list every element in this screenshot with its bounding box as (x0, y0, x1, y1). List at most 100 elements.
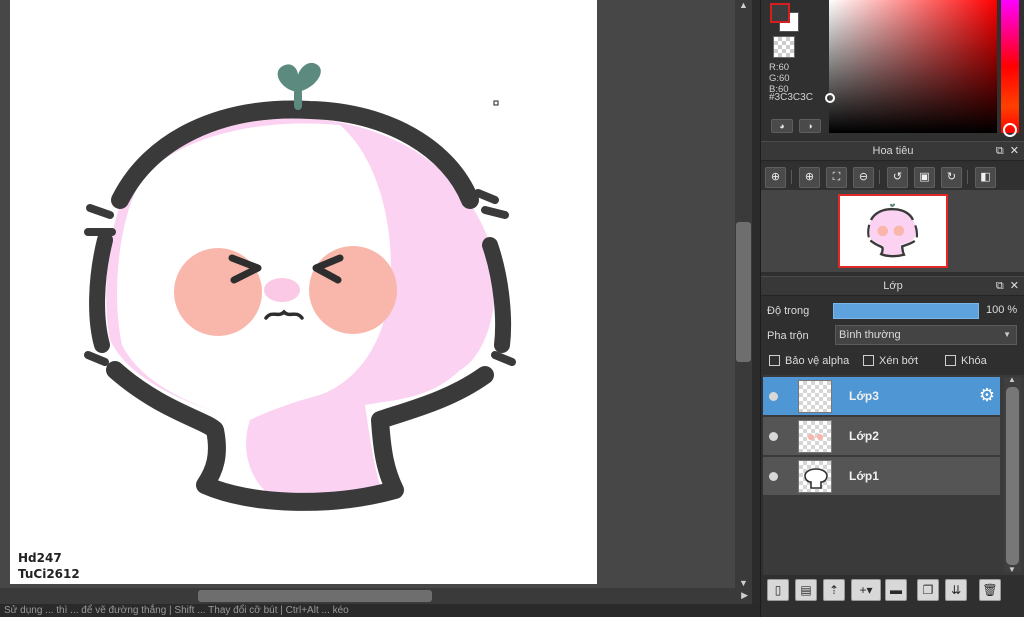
canvas-horizontal-scrollbar[interactable]: ▶ (0, 588, 752, 604)
duplicate-layer-icon[interactable]: ❐ (917, 579, 939, 601)
actual-size-icon[interactable]: ⛶ (826, 167, 847, 188)
opacity-label: Độ trong (767, 305, 810, 317)
blend-mode-label: Pha trộn (767, 330, 809, 342)
navigator-thumbnail[interactable] (838, 194, 948, 268)
thumbnail-artwork (867, 203, 919, 258)
bottom-left-marks (84, 351, 109, 366)
layer2-thumb-art (808, 434, 823, 440)
red-value: R:60 (769, 62, 790, 73)
hex-value: #3C3C3C (769, 92, 813, 103)
clipping-checkbox[interactable]: Xén bớt (863, 355, 918, 367)
hue-slider[interactable] (1001, 0, 1019, 133)
hue-slider-handle[interactable] (1003, 123, 1017, 137)
close-icon[interactable]: ✕ (1010, 145, 1019, 157)
navigator-preview-area[interactable] (761, 190, 1024, 272)
rotate-left-icon[interactable]: ↺ (887, 167, 908, 188)
lock-checkbox[interactable]: Khóa (945, 355, 987, 367)
toolbar-divider (791, 170, 792, 184)
navigator-toolbar: ⊕ ⊕ ⛶ ⊖ ↺ ▣ ↻ ◧ (761, 164, 1024, 190)
chevron-down-icon: ▼ (1003, 330, 1011, 339)
signature-line2: TuCi2612 (18, 567, 80, 581)
visibility-eye-icon[interactable] (769, 432, 778, 441)
zoom-out-icon[interactable]: ⊖ (853, 167, 874, 188)
opacity-value: 100 % (986, 304, 1018, 316)
scroll-down-icon[interactable]: ▼ (1008, 565, 1016, 574)
layer-list: Lớp3 ⚙ Lớp2 Lớp1 ▲ ▼ (763, 375, 1024, 575)
layer-name: Lớp3 (849, 389, 879, 403)
palette-icon[interactable]: ◕ (771, 119, 793, 133)
canvas-workspace[interactable]: Hd247 TuCi2612 ▲ ▼ ▶ (0, 0, 752, 604)
zoom-fit-icon[interactable]: ⊕ (765, 167, 786, 188)
toolbar-divider (879, 170, 880, 184)
color-picker-ring[interactable] (825, 93, 835, 103)
undock-icon[interactable]: ⧉ (996, 145, 1004, 157)
layer-row-lop1[interactable]: Lớp1 (763, 457, 1000, 496)
transparent-color-swatch[interactable] (773, 36, 795, 58)
canvas-vertical-scrollbar[interactable]: ▲ ▼ (735, 0, 752, 588)
vertical-scroll-thumb[interactable] (736, 222, 751, 362)
navigator-title: Hoa tiêu (872, 145, 914, 157)
toolbar-divider (967, 170, 968, 184)
add-layer-menu-icon[interactable]: +▾ (851, 579, 881, 601)
checkbox-box[interactable] (945, 355, 956, 366)
layer-thumbnail (798, 460, 832, 493)
layer-row-lop3[interactable]: Lớp3 ⚙ (763, 377, 1000, 416)
layer-thumbnail (798, 380, 832, 413)
foreground-color-swatch[interactable] (770, 3, 790, 23)
color-panel: R:60 G:60 B:60 #3C3C3C ◕ ◑ (761, 0, 1024, 138)
checkbox-label: Khóa (961, 355, 987, 367)
drawing-canvas[interactable]: Hd247 TuCi2612 (10, 0, 597, 584)
brush-cursor (493, 100, 499, 106)
checkbox-label: Xén bớt (879, 355, 919, 367)
zoom-in-icon[interactable]: ⊕ (799, 167, 820, 188)
layers-title: Lớp (883, 280, 903, 292)
layer-name: Lớp2 (849, 429, 879, 443)
layer-row-lop2[interactable]: Lớp2 (763, 417, 1000, 456)
visibility-eye-icon[interactable] (769, 392, 778, 401)
swap-icon[interactable]: ◑ (799, 119, 821, 133)
undock-icon[interactable]: ⧉ (996, 280, 1004, 292)
checkbox-box[interactable] (769, 355, 780, 366)
blend-mode-value: Bình thường (839, 329, 901, 341)
layer-name: Lớp1 (849, 469, 879, 483)
flip-icon[interactable]: ◧ (975, 167, 996, 188)
right-panel: R:60 G:60 B:60 #3C3C3C ◕ ◑ Hoa tiêu ⧉ ✕ ⊕… (760, 0, 1024, 617)
layer-scroll-thumb[interactable] (1006, 387, 1019, 565)
new-layer-icon[interactable]: ▯ (767, 579, 789, 601)
bottom-right-marks (491, 351, 516, 366)
checkbox-label: Bảo vệ alpha (785, 355, 850, 367)
scroll-up-icon[interactable]: ▲ (1008, 375, 1016, 384)
left-side-outline (89, 232, 113, 353)
delete-layer-icon[interactable]: 🗑 (979, 579, 1001, 601)
scroll-up-icon[interactable]: ▲ (739, 0, 748, 10)
checkbox-box[interactable] (863, 355, 874, 366)
visibility-eye-icon[interactable] (769, 472, 778, 481)
layers-panel-header: Lớp ⧉ ✕ (761, 276, 1024, 296)
layer1-thumb-art (804, 468, 828, 489)
signature-line1: Hd247 (18, 551, 62, 565)
right-cheek (309, 246, 397, 334)
layer-actions-toolbar: ▯ ▤ ⇡ +▾ ▬ ❐ ⇊ 🗑 (761, 575, 1024, 607)
opacity-slider[interactable] (833, 303, 979, 319)
saturation-value-picker[interactable] (829, 0, 997, 133)
rotate-right-icon[interactable]: ↻ (941, 167, 962, 188)
import-layer-icon[interactable]: ⇡ (823, 579, 845, 601)
nose (264, 278, 300, 302)
gear-icon[interactable]: ⚙ (977, 385, 997, 405)
sprout-leaves (277, 62, 321, 92)
character-artwork: Hd247 TuCi2612 (18, 62, 516, 581)
green-value: G:60 (769, 73, 790, 84)
scroll-right-icon[interactable]: ▶ (741, 590, 748, 601)
horizontal-scroll-thumb[interactable] (198, 590, 432, 602)
close-icon[interactable]: ✕ (1010, 280, 1019, 292)
layer-list-scrollbar[interactable]: ▲ ▼ (1004, 375, 1021, 574)
blend-mode-select[interactable]: Bình thường ▼ (835, 325, 1017, 345)
status-bar: Sử dụng ... thì ... để vẽ đường thẳng | … (0, 604, 760, 617)
folder-icon[interactable]: ▬ (885, 579, 907, 601)
fit-screen-icon[interactable]: ▣ (914, 167, 935, 188)
scroll-down-icon[interactable]: ▼ (739, 578, 748, 588)
merge-layer-icon[interactable]: ⇊ (945, 579, 967, 601)
protect-alpha-checkbox[interactable]: Bảo vệ alpha (769, 355, 849, 367)
left-motion-marks (84, 204, 116, 236)
new-layer-from-copy-icon[interactable]: ▤ (795, 579, 817, 601)
